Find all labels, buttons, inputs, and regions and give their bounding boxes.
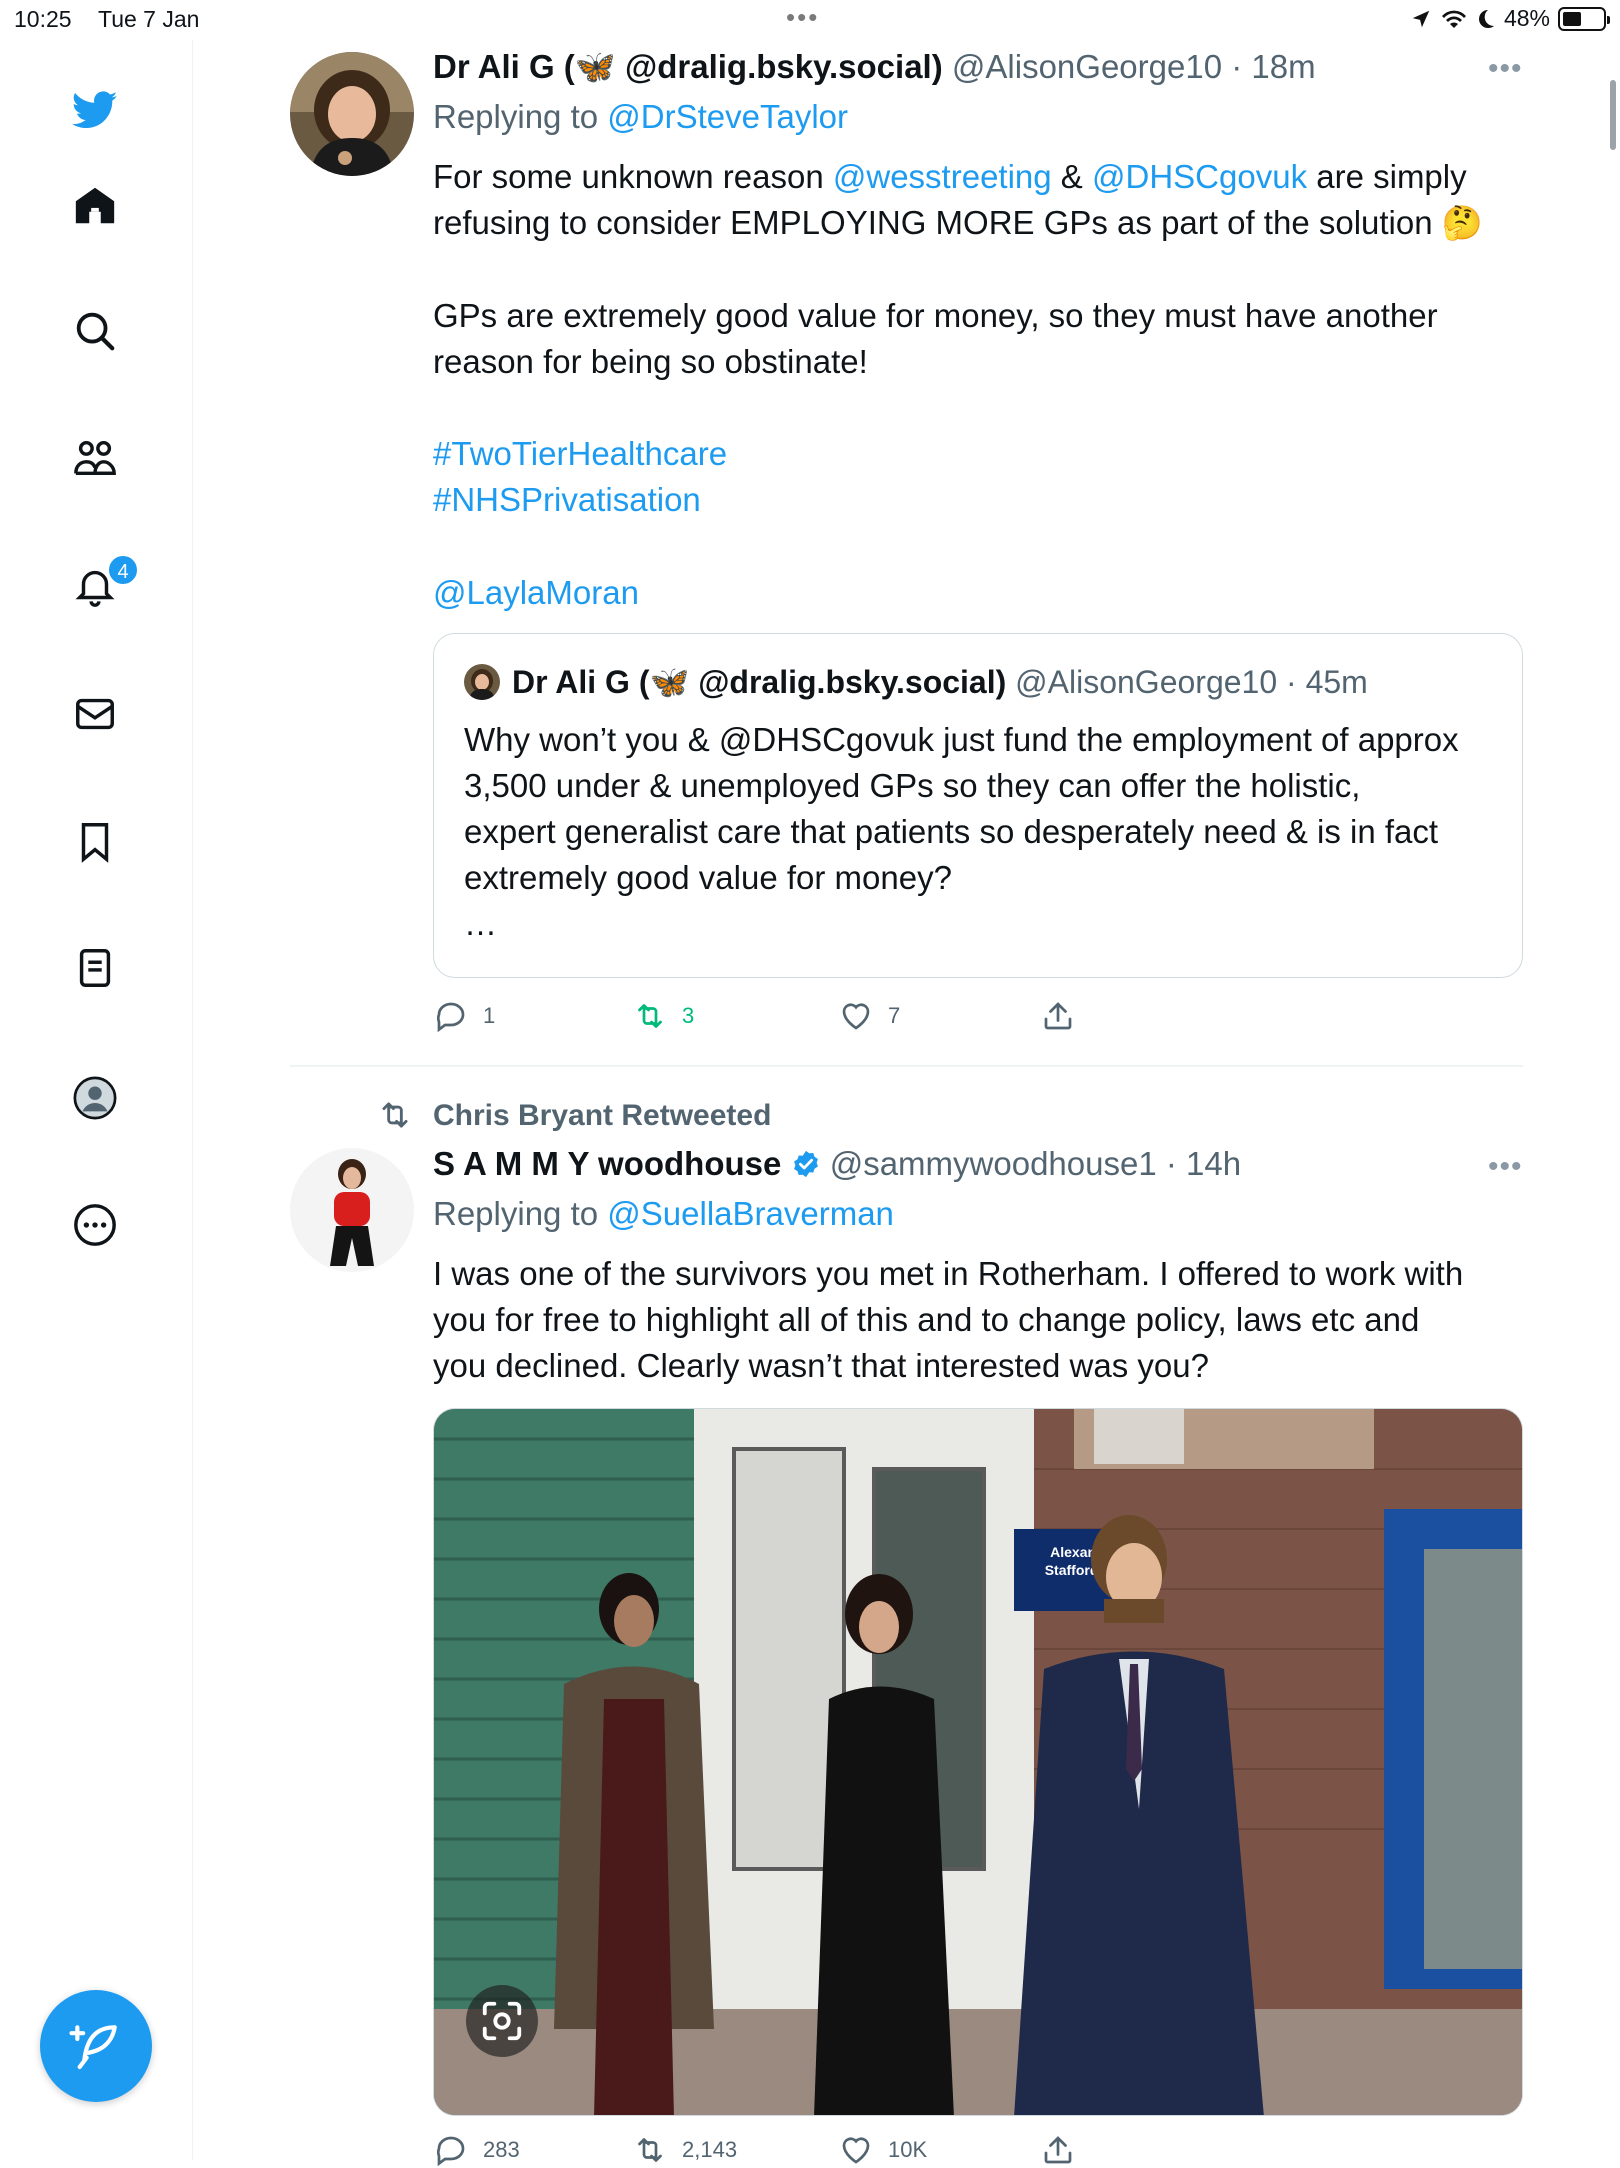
hashtag-link[interactable]: #TwoTierHealthcare [433,431,727,477]
battery-percent: 48% [1503,5,1550,31]
quote-text-line: expert generalist care that patients so … [464,813,1439,850]
author-name[interactable]: S A M M Y woodhouse [433,1145,781,1182]
moon-icon [1478,9,1494,28]
quote-author-name: Dr Ali G (🦋 @dralig.bsky.social) [512,664,1007,700]
retweet-icon [638,2138,662,2162]
tweet-time[interactable]: · 14h [1166,1145,1241,1182]
sidebar: 4 [0,40,193,2160]
reply-count: 283 [483,2137,520,2162]
wifi-icon [1441,10,1466,28]
tweet-more-icon[interactable]: ••• [1488,52,1523,86]
hashtag-link[interactable]: #NHSPrivatisation [433,477,701,523]
tweet-text-line: reason for being so obstinate! [433,343,868,380]
tweet-time[interactable]: · 18m [1231,48,1315,85]
avatar[interactable] [290,1148,414,1272]
status-date: Tue 7 Jan [98,6,200,32]
tweet-text-line: you declined. Clearly wasn’t that intere… [433,1347,1209,1384]
author-handle[interactable]: @sammywoodhouse1 [830,1145,1157,1182]
mention-link[interactable]: @DHSCgovuk [1092,158,1307,195]
visual-search-icon[interactable] [466,1985,538,2057]
heart-icon [842,1003,870,1030]
notifications-icon[interactable]: 4 [67,554,139,614]
share-icon [1044,1002,1072,1030]
compose-tweet-button[interactable] [40,1990,152,2102]
quote-handle-time: @AlisonGeorge10 · 45m [1015,664,1368,700]
compose-feather-icon [69,2025,117,2070]
quote-avatar [464,664,500,700]
reply-button[interactable]: 283 [433,2132,520,2168]
tweet-divider [290,1065,1523,1067]
heart-icon [842,2137,870,2164]
communities-icon[interactable] [67,430,123,486]
status-indicators: 48% [1410,5,1610,32]
tweet-photo[interactable]: Alexander Stafford MP [433,1408,1523,2116]
quote-ellipsis: … [464,905,497,942]
reply-button[interactable]: 1 [433,998,495,1034]
replying-to: Replying to @SuellaBraverman [433,1195,894,1232]
tweet-text-line: For some unknown reason @wesstreeting & … [433,158,1467,195]
quote-text-line: extremely good value for money? [464,859,952,896]
avatar[interactable] [290,52,414,176]
search-icon[interactable] [67,303,123,359]
share-icon [1044,2136,1072,2164]
reply-count: 1 [483,1003,496,1028]
share-button[interactable] [1040,998,1076,1034]
quote-text-line: Why won’t you & @DHSCgovuk just fund the… [464,721,1459,758]
replying-to: Replying to @DrSteveTaylor [433,98,849,135]
messages-icon[interactable] [67,686,123,742]
retweet-button[interactable]: 3 [632,998,694,1034]
lists-icon[interactable] [67,940,123,996]
tweet-text-line: you for free to highlight all of this an… [433,1301,1420,1338]
like-count: 7 [888,1003,901,1028]
like-count: 10K [888,2137,928,2162]
status-bar: 10:25 Tue 7 Jan ••• 48% [0,0,1620,40]
reply-icon [436,2136,465,2167]
retweeted-by[interactable]: Chris Bryant Retweeted [433,1093,771,1139]
tweet-more-icon[interactable]: ••• [1488,1150,1523,1184]
mention-link[interactable]: @wesstreeting [833,158,1052,195]
like-button[interactable]: 7 [838,998,900,1034]
more-icon[interactable] [67,1197,123,1253]
multitasking-dots[interactable]: ••• [786,2,819,33]
retweet-button[interactable]: 2,143 [632,2132,737,2168]
retweet-count: 3 [682,1003,695,1028]
notification-badge: 4 [107,554,139,586]
reply-icon [436,1002,465,1033]
twitter-logo-icon[interactable] [67,82,123,138]
status-time: 10:25 [14,6,72,32]
quoted-tweet-card[interactable]: Dr Ali G (🦋 @dralig.bsky.social) @Alison… [433,633,1523,978]
battery-icon [1558,6,1610,31]
location-arrow-icon [1412,10,1430,27]
quote-text-line: 3,500 under & unemployed GPs so they can… [464,767,1361,804]
author-name[interactable]: Dr Ali G (🦋 @dralig.bsky.social) [433,48,943,85]
home-icon[interactable] [67,178,123,234]
share-button[interactable] [1040,2132,1076,2168]
retweet-count: 2,143 [682,2137,738,2162]
replying-to-link[interactable]: @SuellaBraverman [607,1195,894,1232]
mention-link[interactable]: @LaylaMoran [433,570,639,616]
tweet-text-line: GPs are extremely good value for money, … [433,297,1438,334]
retweet-icon [638,1004,662,1028]
tweet-header: S A M M Y woodhouse @sammywoodhouse1 · 1… [433,1141,1241,1187]
like-button[interactable]: 10K [838,2132,927,2168]
retweeted-icon [376,1096,414,1139]
quote-header: Dr Ali G (🦋 @dralig.bsky.social) @Alison… [512,659,1368,705]
tweet-text-line: refusing to consider EMPLOYING MORE GPs … [433,204,1483,241]
replying-to-link[interactable]: @DrSteveTaylor [607,98,848,135]
verified-badge-icon [793,1150,818,1178]
tweet-text-line: I was one of the survivors you met in Ro… [433,1255,1464,1292]
bookmarks-icon[interactable] [67,814,123,870]
author-handle[interactable]: @AlisonGeorge10 [952,48,1222,85]
tweet-header: Dr Ali G (🦋 @dralig.bsky.social) @Alison… [433,44,1316,90]
scrollbar[interactable] [1610,80,1616,150]
profile-icon[interactable] [67,1070,123,1126]
